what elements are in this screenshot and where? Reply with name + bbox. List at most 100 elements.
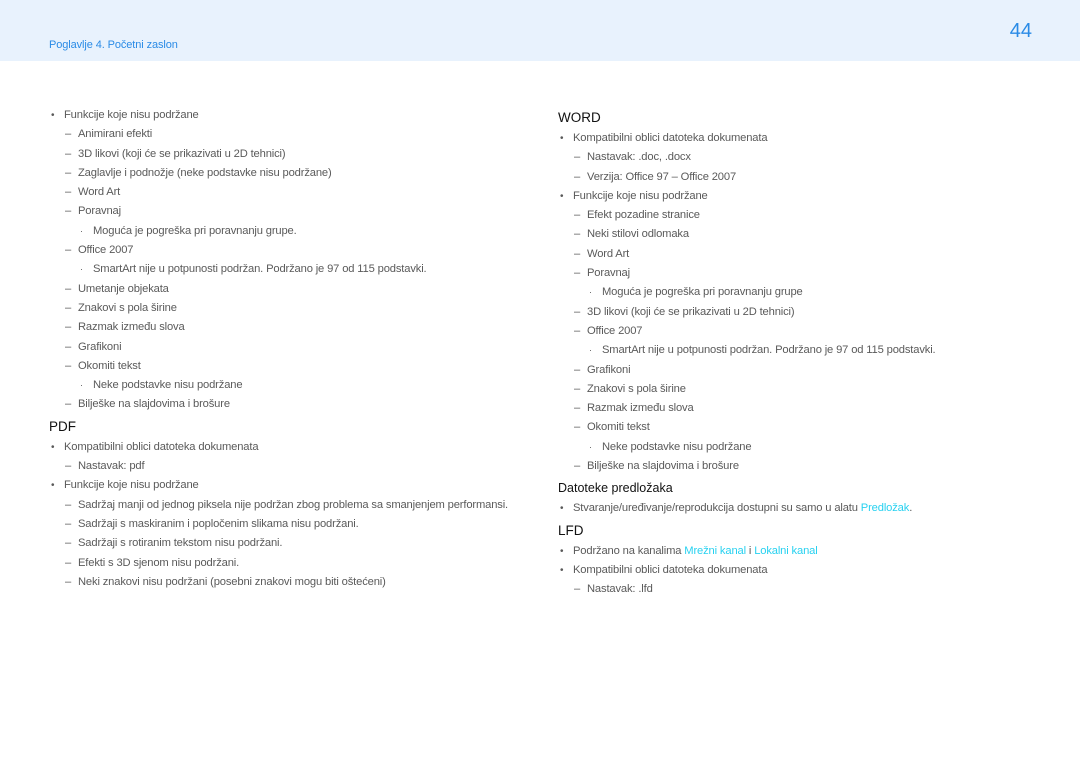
list-item: · SmartArt nije u potpunosti podržan. Pod… [558,341,1038,360]
dash-icon: – [65,244,72,257]
list-item: • Funkcije koje nisu podržane [49,476,529,495]
dot-icon: · [589,287,592,298]
list-item: – Verzija: Office 97 – Office 2007 [558,168,1038,187]
list-item: • Podržano na kanalima Mrežni kanal i Lo… [558,542,1038,561]
conjunction-text: i [745,544,755,557]
list-item-text: Razmak između slova [587,402,694,415]
dash-icon: – [65,340,72,353]
pdf-list: • Kompatibilni oblici datoteka dokumenata… [49,438,529,592]
dash-icon: – [65,460,72,473]
list-item: – Znakovi s pola širine [558,380,1038,399]
list-item: · Moguća je pogreška pri poravnanju grupe… [49,222,529,241]
list-item: · Neke podstavke nisu podržane [49,376,529,395]
list-item: – Znakovi s pola širine [49,299,529,318]
list-item-text: Neke podstavke nisu podržane [93,379,243,392]
bullet-icon: • [560,503,564,515]
network-channel-link[interactable]: Mrežni kanal [684,545,746,557]
lfd-list: • Kompatibilni oblici datoteka dokumenata… [558,561,1038,600]
dot-icon: · [589,441,592,452]
word-list: • Kompatibilni oblici datoteka dokumenata… [558,129,1038,476]
list-item: – Grafikoni [49,338,529,357]
right-column: WORD • Kompatibilni oblici datoteka dokum… [558,106,1038,600]
list-item-text: Efekt pozadine stranice [587,209,700,222]
local-channel-link[interactable]: Lokalni kanal [754,545,818,557]
list-item-text: Funkcije koje nisu podržane [64,109,199,121]
list-item: – Word Art [49,183,529,202]
chapter-title: Poglavlje 4. Početni zaslon [49,39,178,51]
dash-icon: – [574,583,581,596]
dash-icon: – [574,247,581,260]
dash-icon: – [65,205,72,218]
list-item-text: Grafikoni [587,363,631,376]
dash-icon: – [65,186,72,199]
list-item-text: Sadržaji s maskiranim i popločenim slika… [78,517,359,530]
page-header: Poglavlje 4. Početni zaslon 44 [0,0,1080,61]
list-item: • Stvaranje/uređivanje/reprodukcija dost… [558,499,1038,518]
list-item-text: Znakovi s pola širine [587,382,686,395]
list-item-text: Poravnaj [78,205,121,218]
list-item-text: Efekti s 3D sjenom nisu podržani. [78,556,240,569]
list-item: – Zaglavlje i podnožje (neke podstavke ni… [49,164,529,183]
list-item: · Moguća je pogreška pri poravnanju grupe [558,283,1038,302]
dash-icon: – [574,402,581,415]
list-item: – Poravnaj [558,264,1038,283]
list-item: – Nastavak: .doc, .docx [558,148,1038,167]
bullet-icon: • [51,441,55,453]
list-item: – Office 2007 [49,241,529,260]
dash-icon: – [65,301,72,314]
dash-icon: – [574,382,581,395]
dash-icon: – [574,460,581,473]
list-item-text: Neke podstavke nisu podržane [602,440,752,453]
list-item: – Okomiti tekst [49,357,529,376]
list-item-text: Nastavak: pdf [78,460,145,473]
dash-icon: – [574,305,581,318]
list-item: – Razmak između slova [49,318,529,337]
list-item-text: Bilješke na slajdovima i brošure [78,398,230,411]
bullet-icon: • [560,564,564,576]
list-item: – Grafikoni [558,361,1038,380]
list-item-text: Moguća je pogreška pri poravnanju grupe [602,286,803,299]
bullet-icon: • [560,133,564,144]
list-item-text: Razmak između slova [78,321,185,334]
list-item: · Neke podstavke nisu podržane [558,438,1038,457]
dash-icon: – [574,324,581,337]
list-item-text: 3D likovi (koji će se prikazivati u 2D t… [587,305,795,318]
list-item-text: Kompatibilni oblici datoteka dokumenata [573,132,768,144]
list-item-text: Okomiti tekst [78,359,141,372]
dash-icon: – [65,517,72,530]
list-item: – Umetanje objekata [49,280,529,299]
list-item: · SmartArt nije u potpunosti podržan. Pod… [49,260,529,279]
bullet-icon: • [560,545,564,557]
list-item: – Sadržaj manji od jednog piksela nije po… [49,496,529,515]
dash-icon: – [574,363,581,376]
list-item: • Funkcije koje nisu podržane [558,187,1038,206]
dash-icon: – [574,209,581,222]
dash-icon: – [574,170,581,183]
list-item: –3D likovi (koji će se prikazivati u 2D … [49,145,529,164]
list-item: – Bilješke na slajdovima i brošure [49,395,529,414]
list-item-text: Neki stilovi odlomaka [587,228,689,241]
lfd-supported-text: Podržano na kanalima [573,544,685,557]
list-item: –3D likovi (koji će se prikazivati u 2D … [558,303,1038,322]
templates-text: Stvaranje/uređivanje/reprodukcija dostup… [573,502,861,515]
list-item-text: Animirani efekti [78,128,153,141]
templates-heading: Datoteke predložaka [558,481,673,496]
template-link[interactable]: Predložak [861,502,910,514]
list-item: – Nastavak: .lfd [558,580,1038,599]
list-item: – Sadržaji s rotiranim tekstom nisu podrž… [49,534,529,553]
list-item-text: Poravnaj [587,267,630,280]
list-item: – Word Art [558,245,1038,264]
list-item-text: Verzija: Office 97 – Office 2007 [587,170,737,183]
list-item-text: Office 2007 [587,324,643,337]
bullet-icon: • [51,480,55,492]
list-item: • Kompatibilni oblici datoteka dokumenata [558,129,1038,148]
dot-icon: · [80,380,83,391]
dash-icon: – [65,498,72,511]
dash-icon: – [65,128,72,141]
dash-icon: – [65,359,72,372]
list-item: • Funkcije koje nisu podržane [49,106,529,125]
list-item: – Efekt pozadine stranice [558,206,1038,225]
dash-icon: – [574,267,581,280]
dash-icon: – [65,147,72,160]
pdf-heading: PDF [49,418,76,434]
